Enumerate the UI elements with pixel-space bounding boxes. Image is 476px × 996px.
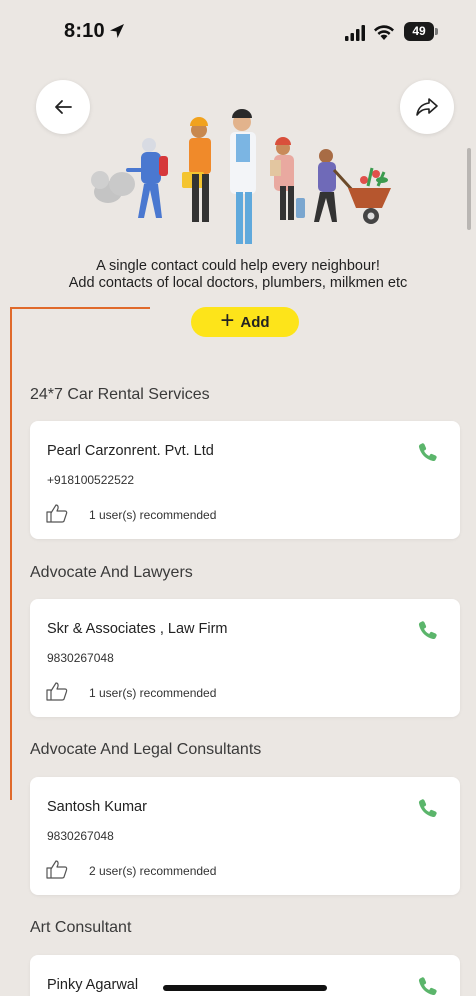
- recommendation-count: 1 user(s) recommended: [89, 508, 217, 522]
- contact-name: Santosh Kumar: [47, 799, 147, 815]
- recommendation-count: 1 user(s) recommended: [89, 686, 217, 700]
- contact-name: Skr & Associates , Law Firm: [47, 621, 228, 637]
- battery-indicator: 49: [404, 22, 434, 41]
- plus-icon: +: [220, 307, 235, 334]
- share-button[interactable]: [400, 80, 454, 134]
- battery-tip: [435, 28, 438, 35]
- add-contact-button[interactable]: + Add: [191, 307, 299, 337]
- intro-text: A single contact could help every neighb…: [0, 258, 476, 292]
- signal-icon: [345, 25, 365, 41]
- share-arrow-icon: [416, 98, 438, 116]
- annotation-line-vertical: [10, 307, 12, 800]
- home-indicator[interactable]: [163, 985, 327, 991]
- wifi-icon: [374, 25, 394, 40]
- phone-call-icon[interactable]: [417, 797, 439, 819]
- category-title: Art Consultant: [30, 919, 132, 936]
- contact-card[interactable]: Skr & Associates , Law Firm 9830267048 1…: [30, 599, 460, 717]
- add-button-label: Add: [240, 313, 270, 331]
- annotation-line-horizontal: [10, 307, 150, 309]
- phone-call-icon[interactable]: [417, 441, 439, 463]
- contact-card[interactable]: Pearl Carzonrent. Pvt. Ltd +918100522522…: [30, 421, 460, 539]
- thumbs-up-icon[interactable]: [45, 680, 69, 702]
- contact-name: Pinky Agarwal: [47, 977, 139, 993]
- contact-phone: 9830267048: [47, 829, 114, 843]
- intro-line-2: Add contacts of local doctors, plumbers,…: [68, 275, 408, 291]
- scroll-indicator[interactable]: [467, 148, 471, 230]
- category-title: Advocate And Lawyers: [30, 564, 193, 581]
- arrow-left-icon: [55, 100, 72, 114]
- category-title: Advocate And Legal Consultants: [30, 741, 262, 758]
- location-arrow-icon: [110, 24, 124, 38]
- contact-phone: +918100522522: [47, 473, 135, 487]
- status-time: 8:10: [64, 20, 105, 42]
- neighbourhood-contacts-screen: 8:10 49 A single contact could help ever…: [0, 0, 476, 996]
- phone-call-icon[interactable]: [417, 975, 439, 996]
- contact-name: Pearl Carzonrent. Pvt. Ltd: [47, 443, 214, 459]
- thumbs-up-icon[interactable]: [45, 858, 69, 880]
- contact-card[interactable]: Santosh Kumar 9830267048 2 user(s) recom…: [30, 777, 460, 895]
- category-title: 24*7 Car Rental Services: [30, 386, 210, 403]
- recommendation-count: 2 user(s) recommended: [89, 864, 217, 878]
- status-bar: 8:10 49: [0, 0, 476, 70]
- back-button[interactable]: [36, 80, 90, 134]
- contact-phone: 9830267048: [47, 651, 114, 665]
- intro-line-1: A single contact could help every neighb…: [96, 258, 380, 274]
- thumbs-up-icon[interactable]: [45, 502, 69, 524]
- phone-call-icon[interactable]: [417, 619, 439, 641]
- service-workers-illustration: [91, 109, 391, 244]
